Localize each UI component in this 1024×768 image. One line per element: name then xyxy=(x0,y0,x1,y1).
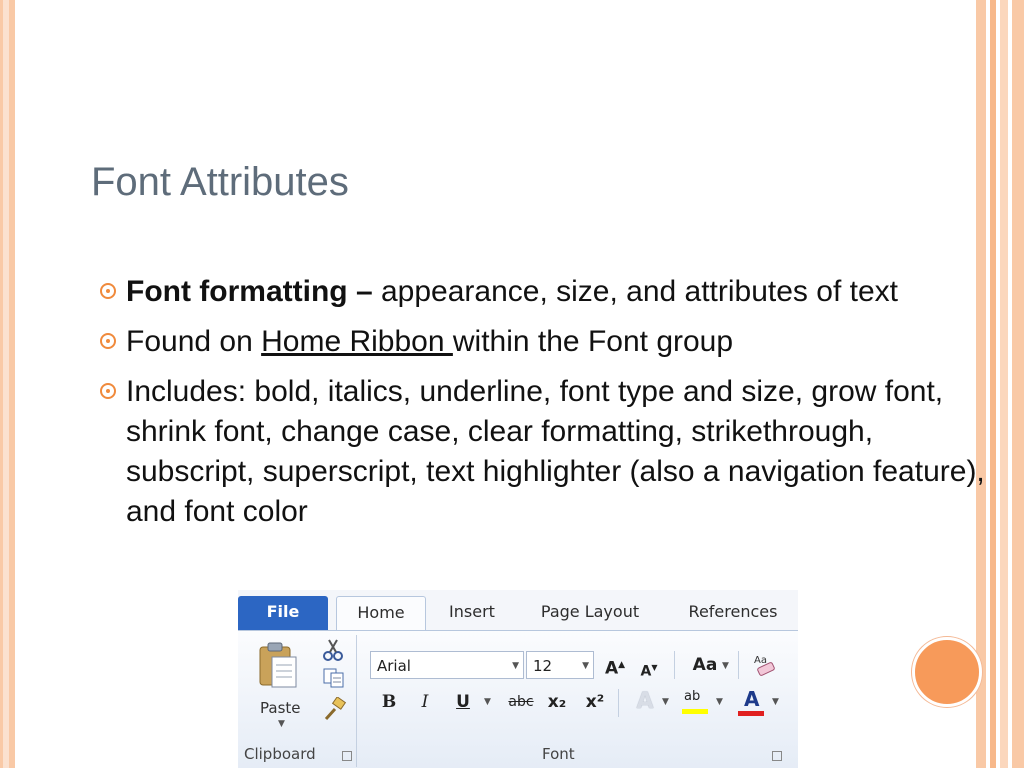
clipboard-group-label: Clipboard xyxy=(244,745,316,763)
chevron-down-icon[interactable]: ▼ xyxy=(484,697,491,707)
text-effects-icon[interactable]: A xyxy=(632,689,658,715)
chevron-down-icon[interactable]: ▼ xyxy=(512,652,519,680)
change-case-button[interactable]: Aa xyxy=(688,652,722,678)
tab-file[interactable]: File xyxy=(238,596,328,630)
highlight-color-swatch xyxy=(682,709,708,714)
word-ribbon-screenshot: File Home Insert Page Layout References … xyxy=(238,590,798,768)
chevron-down-icon[interactable]: ▼ xyxy=(722,661,729,671)
tab-home[interactable]: Home xyxy=(336,596,426,631)
bullet-icon xyxy=(100,333,116,349)
bullet-icon xyxy=(100,283,116,299)
bullet-text: Found on xyxy=(126,325,262,358)
paste-icon[interactable] xyxy=(258,641,298,689)
paste-dropdown-arrow[interactable]: ▼ xyxy=(278,719,285,729)
svg-text:Aa: Aa xyxy=(754,655,767,666)
bullet-text: appearance, size, and attributes of text xyxy=(372,275,898,308)
chevron-down-icon[interactable]: ▼ xyxy=(662,697,669,707)
chevron-down-icon[interactable]: ▼ xyxy=(716,697,723,707)
highlight-button[interactable]: ab xyxy=(682,687,712,717)
shrink-font-icon[interactable]: A▼ xyxy=(636,655,662,681)
ribbon-tab-bar: File Home Insert Page Layout References xyxy=(238,590,798,631)
slide-title: Font Attributes xyxy=(91,160,349,204)
bullet-item: Includes: bold, italics, underline, font… xyxy=(100,372,990,532)
bullet-text: Includes: bold, italics, underline, font… xyxy=(126,375,985,528)
decorative-orange-circle xyxy=(912,637,982,707)
grow-font-icon[interactable]: A▲ xyxy=(602,652,628,679)
divider xyxy=(618,689,619,717)
highlight-label: ab xyxy=(684,689,701,704)
bold-button[interactable]: B xyxy=(376,689,402,715)
bullet-underlined-text: Home Ribbon xyxy=(261,325,453,358)
tab-references[interactable]: References xyxy=(678,596,788,630)
font-color-swatch xyxy=(738,711,764,716)
font-color-button[interactable]: A xyxy=(738,687,768,717)
tab-page-layout[interactable]: Page Layout xyxy=(530,596,650,630)
font-size-value: 12 xyxy=(533,657,553,675)
divider xyxy=(738,651,739,679)
font-dialog-launcher[interactable] xyxy=(772,751,782,761)
divider xyxy=(674,651,675,679)
bullet-item: Font formatting – appearance, size, and … xyxy=(100,272,990,312)
bullet-list: Font formatting – appearance, size, and … xyxy=(100,272,990,542)
cut-icon[interactable] xyxy=(322,639,344,661)
paste-button[interactable]: Paste xyxy=(260,699,301,717)
bullet-text: within the Font group xyxy=(452,325,734,358)
left-border-stripe xyxy=(0,0,15,768)
strikethrough-button[interactable]: abc xyxy=(504,689,538,715)
tab-insert[interactable]: Insert xyxy=(436,596,508,630)
subscript-button[interactable]: x₂ xyxy=(544,689,570,715)
copy-icon[interactable] xyxy=(322,667,346,689)
font-name-value: Arial xyxy=(377,657,411,675)
clipboard-dialog-launcher[interactable] xyxy=(342,751,352,761)
font-name-combo[interactable]: Arial ▼ xyxy=(370,651,524,679)
ribbon-panel: Paste ▼ Clipboard Arial ▼ 12 ▼ A▲ A▼ Aa … xyxy=(238,630,798,768)
font-color-label: A xyxy=(744,687,760,711)
font-group-label: Font xyxy=(542,745,575,763)
font-size-combo[interactable]: 12 ▼ xyxy=(526,651,594,679)
chevron-down-icon[interactable]: ▼ xyxy=(772,697,779,707)
format-painter-icon[interactable] xyxy=(322,697,348,721)
superscript-button[interactable]: x² xyxy=(582,689,608,715)
italic-button[interactable]: I xyxy=(412,689,438,715)
group-divider xyxy=(356,635,357,767)
clear-formatting-icon[interactable]: Aa xyxy=(750,651,780,679)
bullet-item: Found on Home Ribbon within the Font gro… xyxy=(100,322,990,362)
bullet-term: Font formatting – xyxy=(126,275,373,308)
bullet-icon xyxy=(100,383,116,399)
underline-button[interactable]: U xyxy=(450,689,476,715)
chevron-down-icon[interactable]: ▼ xyxy=(582,652,589,680)
